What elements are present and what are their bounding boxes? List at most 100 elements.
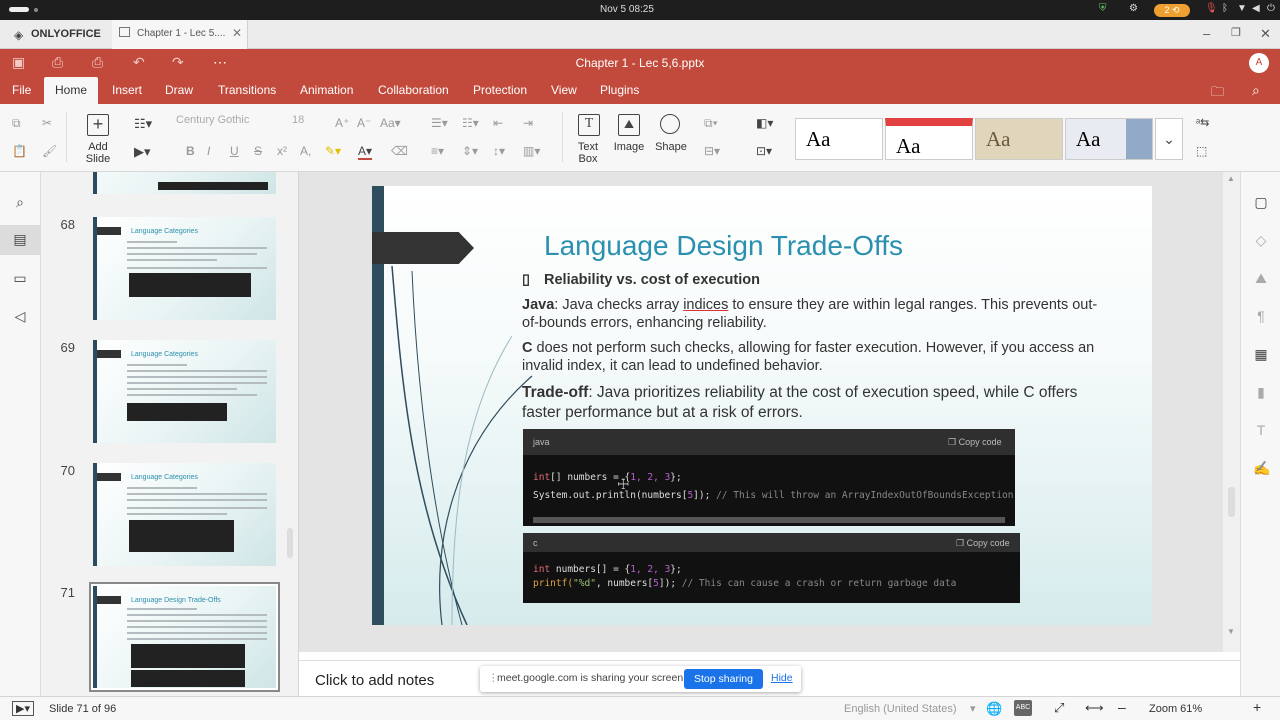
close-window-icon[interactable]: ✕ [1260, 26, 1271, 42]
slide-canvas[interactable]: Language Design Trade-Offs ▯ Reliability… [372, 186, 1152, 625]
close-tab-icon[interactable]: ✕ [232, 26, 242, 40]
layout-icon[interactable]: ☷▾ [134, 116, 152, 132]
font-name-field[interactable]: Century Gothic [176, 114, 286, 126]
slide-size-icon[interactable]: ⊡▾ [756, 144, 772, 158]
align-left-icon[interactable]: ≡▾ [431, 144, 444, 158]
text-art-settings-icon[interactable]: T [1253, 422, 1269, 438]
paragraph-trade-off[interactable]: Trade-off: Java prioritizes reliability … [522, 383, 1102, 423]
signature-settings-icon[interactable]: ✍ [1253, 460, 1270, 476]
slide-settings-icon[interactable]: ▢ [1253, 194, 1269, 210]
search-icon[interactable]: ⌕ [11, 194, 29, 212]
bluetooth-icon[interactable]: ᛒ [1222, 3, 1228, 14]
menu-draw[interactable]: Draw [164, 77, 194, 104]
arrange-icon[interactable]: ⧉▾ [704, 116, 718, 131]
wifi-icon[interactable]: ▼ [1237, 3, 1247, 14]
select-all-icon[interactable]: ⬚ [1196, 144, 1207, 158]
theme-blank[interactable]: Aa [795, 118, 883, 160]
shape-settings-icon[interactable]: ◇ [1253, 232, 1269, 248]
char-spacing-icon[interactable]: A, [300, 144, 311, 158]
spell-check-icon[interactable]: ABC [1014, 700, 1032, 716]
bullets-icon[interactable]: ☰▾ [431, 116, 448, 130]
selected-thumbnail-frame[interactable]: Language Design Trade-Offs [89, 582, 280, 692]
menu-home[interactable]: Home [44, 77, 98, 104]
maximize-icon[interactable]: ❐ [1231, 26, 1241, 39]
paragraph-settings-icon[interactable]: ¶ [1253, 308, 1269, 324]
java-code-image[interactable]: java ❐ Copy code int[] numbers = {1, 2, … [523, 429, 1015, 526]
menu-transitions[interactable]: Transitions [217, 77, 277, 104]
font-size-field[interactable]: 18 [292, 114, 328, 126]
comments-icon[interactable]: ▭ [11, 270, 29, 288]
slide-thumbnail-69[interactable]: Language Categories [93, 340, 276, 443]
themes-more-chevron-down-icon[interactable]: ⌄ [1155, 118, 1183, 160]
theme-colorful[interactable]: Aa [885, 118, 973, 160]
slide-play-icon[interactable]: ▶▾ [134, 144, 151, 160]
volume-icon[interactable]: ◀ [1252, 3, 1260, 14]
highlight-icon[interactable]: ✎▾ [325, 144, 341, 158]
settings-icon[interactable]: ⚙ [1129, 3, 1138, 14]
bullet-heading[interactable]: Reliability vs. cost of execution [544, 271, 760, 289]
notification-pill[interactable]: 2 ⟲ [1154, 4, 1190, 17]
font-color-icon[interactable]: A▾ [358, 144, 373, 160]
clear-style-icon[interactable]: ⌫ [391, 144, 408, 158]
text-box-button[interactable]: Text Box [568, 141, 608, 165]
mic-icon[interactable]: 🎙 [1205, 3, 1218, 14]
slide-title[interactable]: Language Design Trade-Offs [544, 230, 903, 262]
align-shape-icon[interactable]: ⊟▾ [704, 144, 720, 158]
fit-width-icon[interactable]: ⟷ [1085, 700, 1104, 716]
shape-icon[interactable] [660, 114, 680, 134]
minimize-icon[interactable]: – [1203, 26, 1210, 41]
zoom-in-icon[interactable]: + [1253, 699, 1261, 715]
os-clock[interactable]: Nov 5 08:25 [600, 4, 654, 15]
italic-icon[interactable]: I [207, 144, 210, 158]
decrease-font-icon[interactable]: A⁻ [357, 116, 371, 130]
superscript-icon[interactable]: x² [277, 144, 287, 158]
cut-icon[interactable]: ✂ [42, 116, 52, 130]
zoom-out-icon[interactable]: – [1118, 699, 1126, 715]
menu-view[interactable]: View [550, 77, 578, 104]
image-button[interactable]: Image [608, 141, 650, 153]
slide-thumbnail-70[interactable]: Language Categories [93, 463, 276, 566]
scroll-down-icon[interactable]: ▼ [1227, 627, 1235, 636]
menu-collaboration[interactable]: Collaboration [377, 77, 450, 104]
change-case-icon[interactable]: Aa▾ [380, 116, 401, 130]
image-icon[interactable]: ⛰ [618, 114, 640, 136]
paragraph-java[interactable]: Java: Java checks array indices to ensur… [522, 296, 1102, 332]
decrease-indent-icon[interactable]: ⇤ [493, 116, 503, 130]
search-icon[interactable]: ⌕ [1252, 82, 1260, 99]
increase-font-icon[interactable]: A⁺ [335, 116, 349, 130]
menu-protection[interactable]: Protection [472, 77, 528, 104]
editor-vertical-scrollbar[interactable]: ▲ ▼ [1223, 172, 1240, 652]
slideshow-play-icon[interactable]: ▶▾ [12, 701, 34, 716]
slide-thumbnail-67[interactable] [93, 172, 276, 194]
numbering-icon[interactable]: ☷▾ [462, 116, 479, 130]
table-settings-icon[interactable]: ▦ [1253, 346, 1269, 362]
c-code-image[interactable]: c ❐ Copy code int numbers[] = {1, 2, 3};… [523, 533, 1020, 603]
power-icon[interactable]: ⏻ [1267, 3, 1275, 14]
fit-slide-icon[interactable]: ⤢ [1054, 700, 1064, 716]
chart-settings-icon[interactable]: ▮ [1253, 384, 1269, 400]
speaker-icon[interactable]: ◁ [11, 308, 29, 326]
thumbnail-scrollbar[interactable] [287, 528, 293, 558]
increase-indent-icon[interactable]: ⇥ [523, 116, 533, 130]
activities-indicator[interactable] [9, 7, 29, 12]
scroll-up-icon[interactable]: ▲ [1227, 174, 1235, 183]
globe-icon[interactable]: 🌐 [986, 701, 1002, 717]
open-folder-icon[interactable]: 🗀 [1211, 83, 1224, 105]
shield-icon[interactable]: ⛨ [1099, 3, 1107, 14]
copy-icon[interactable]: ⧉ [12, 116, 21, 131]
scroll-thumb[interactable] [1228, 487, 1235, 517]
replace-icon[interactable]: ᵃ⇆ [1196, 116, 1209, 129]
stop-sharing-button[interactable]: Stop sharing [684, 669, 763, 689]
paragraph-c[interactable]: C does not perform such checks, allowing… [522, 339, 1102, 375]
hide-banner-link[interactable]: Hide [771, 672, 793, 684]
paste-icon[interactable]: 📋 [12, 144, 27, 158]
menu-file[interactable]: File [11, 77, 32, 104]
menu-plugins[interactable]: Plugins [599, 77, 640, 104]
add-slide-button[interactable]: Add Slide [76, 141, 120, 165]
text-box-icon[interactable]: T [578, 114, 600, 136]
menu-animation[interactable]: Animation [299, 77, 354, 104]
format-painter-icon[interactable]: 🖌 [42, 144, 57, 158]
slides-panel-toggle[interactable]: ▤ [0, 225, 40, 255]
shape-button[interactable]: Shape [650, 141, 692, 153]
vertical-align-icon[interactable]: ⇕▾ [462, 144, 478, 158]
